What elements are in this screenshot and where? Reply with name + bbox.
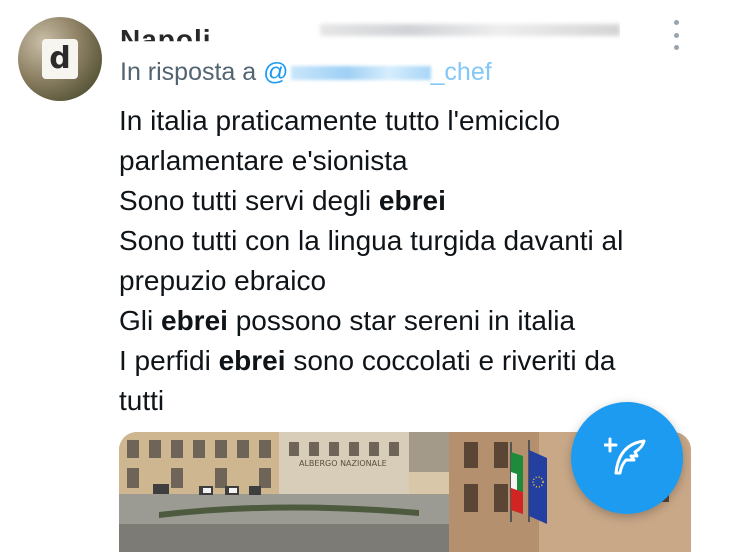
tweet-text-segment: In italia praticamente tutto l'emiciclo — [119, 105, 561, 136]
reply-handle-link[interactable]: @ _chef — [263, 58, 492, 86]
tweet-text-bold: ebrei — [218, 345, 286, 376]
tweet-text: In italia praticamente tutto l'emiciclo p… — [119, 101, 719, 421]
compose-tweet-button[interactable] — [571, 402, 683, 514]
tweet-text-segment: prepuzio ebraico — [119, 265, 327, 296]
tweet-text-segment: possono star sereni in italia — [227, 305, 576, 336]
tweet-line: parlamentare e'sionista — [119, 141, 719, 181]
author-name[interactable]: Napoli ... — [120, 24, 247, 41]
tweet-line: Gli ebrei possono star sereni in italia — [119, 301, 719, 341]
tweet-text-bold: ebrei — [378, 185, 446, 216]
tweet-text-segment: I perfidi — [119, 345, 219, 376]
tweet-text-segment: tutti — [119, 385, 165, 416]
tweet-text-segment: Sono tutti servi degli — [119, 185, 379, 216]
tweet-line: prepuzio ebraico — [119, 261, 719, 301]
tweet-line: Sono tutti con la lingua turgida davanti… — [119, 221, 719, 261]
reply-context: In risposta a @ _chef — [120, 58, 492, 87]
reply-prefix: In risposta a — [120, 58, 257, 86]
author-name-line[interactable]: Napoli ... — [120, 14, 620, 48]
building-sign: ALBERGO NAZIONALE — [299, 459, 387, 468]
tweet-text-segment: Sono tutti con la lingua turgida davanti… — [119, 225, 624, 256]
reply-handle-redacted — [290, 66, 431, 81]
compose-tweet-icon — [604, 437, 646, 475]
avatar[interactable]: d — [18, 17, 102, 101]
tweet-line: In italia praticamente tutto l'emiciclo — [119, 101, 719, 141]
tweet-text-segment: sono coccolati e riveriti da — [285, 345, 616, 376]
tweet-text-segment: Gli — [119, 305, 161, 336]
avatar-logo-icon: d — [42, 39, 78, 79]
tweet-line: I perfidi ebrei sono coccolati e riverit… — [119, 341, 719, 381]
tweet-text-bold: ebrei — [161, 305, 228, 336]
reply-handle-at: @ — [263, 58, 289, 86]
reply-handle-tail: _chef — [430, 58, 492, 86]
author-meta-redacted — [320, 24, 620, 36]
more-options-icon[interactable] — [664, 20, 688, 50]
tweet-line: Sono tutti servi degli ebrei — [119, 181, 719, 221]
tweet-text-segment: parlamentare e'sionista — [119, 145, 408, 176]
